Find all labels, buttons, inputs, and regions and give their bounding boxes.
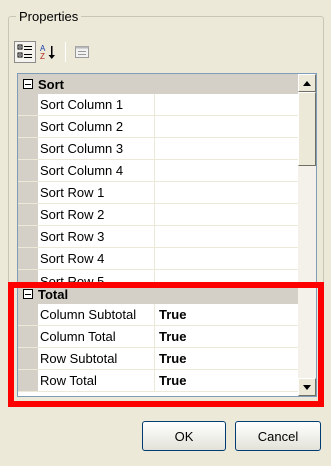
- row-gutter: [18, 370, 38, 391]
- property-row[interactable]: Sort Column 1: [18, 94, 298, 116]
- property-row[interactable]: Row Subtotal True: [18, 348, 298, 370]
- property-value[interactable]: [155, 94, 298, 115]
- property-value[interactable]: [155, 116, 298, 137]
- property-name: Column Total: [38, 326, 155, 347]
- property-value[interactable]: [155, 160, 298, 181]
- minus-box-icon: [23, 289, 33, 299]
- category-label: Sort: [38, 76, 64, 92]
- row-gutter: [18, 326, 38, 347]
- arrow-down-icon: [303, 384, 311, 390]
- minus-box-icon: [23, 79, 33, 89]
- property-value[interactable]: [155, 248, 298, 269]
- categorized-button[interactable]: [14, 41, 36, 63]
- property-row[interactable]: Sort Row 2: [18, 204, 298, 226]
- categorized-icon: [17, 44, 32, 58]
- property-toolbar: A Z: [14, 40, 314, 64]
- arrow-up-icon: [303, 80, 311, 86]
- row-gutter: [18, 226, 38, 247]
- property-pages-button[interactable]: [71, 41, 93, 63]
- scroll-thumb[interactable]: [298, 92, 316, 166]
- property-name: Column Subtotal: [38, 304, 155, 325]
- property-row[interactable]: Row Total True: [18, 370, 298, 392]
- row-gutter: [18, 160, 38, 181]
- toolbar-separator: [65, 42, 66, 62]
- property-name: Sort Column 1: [38, 94, 155, 115]
- property-row[interactable]: Sort Column 4: [18, 160, 298, 182]
- property-name: Row Subtotal: [38, 348, 155, 369]
- row-gutter: [18, 348, 38, 369]
- property-value[interactable]: True: [155, 370, 298, 391]
- property-value[interactable]: [155, 270, 298, 283]
- row-gutter: [18, 304, 38, 325]
- property-value[interactable]: True: [155, 326, 298, 347]
- property-row[interactable]: Sort Row 1: [18, 182, 298, 204]
- collapse-toggle[interactable]: [18, 79, 38, 89]
- property-value[interactable]: [155, 226, 298, 247]
- property-name: Sort Row 3: [38, 226, 155, 247]
- property-name: Sort Column 4: [38, 160, 155, 181]
- property-name: Sort Column 2: [38, 116, 155, 137]
- property-name: Sort Row 1: [38, 182, 155, 203]
- property-value[interactable]: True: [155, 348, 298, 369]
- property-row[interactable]: Column Total True: [18, 326, 298, 348]
- category-sort[interactable]: Sort: [18, 74, 298, 94]
- property-value[interactable]: [155, 204, 298, 225]
- row-gutter: [18, 248, 38, 269]
- property-pages-icon: [75, 46, 89, 58]
- scroll-down-button[interactable]: [298, 378, 316, 396]
- category-label: Total: [38, 286, 69, 302]
- properties-group-title: Properties: [16, 9, 82, 24]
- category-total[interactable]: Total: [18, 284, 298, 304]
- property-grid[interactable]: Sort Sort Column 1 Sort Column 2 Sort Co…: [17, 73, 317, 397]
- property-row[interactable]: Sort Row 3: [18, 226, 298, 248]
- property-row[interactable]: Column Subtotal True: [18, 304, 298, 326]
- row-gutter: [18, 138, 38, 159]
- property-row[interactable]: Sort Row 4: [18, 248, 298, 270]
- property-row[interactable]: Sort Row 5: [18, 270, 298, 284]
- property-name: Row Total: [38, 370, 155, 391]
- cancel-button[interactable]: Cancel: [235, 421, 321, 451]
- property-value[interactable]: True: [155, 304, 298, 325]
- vertical-scrollbar[interactable]: [298, 74, 316, 396]
- property-name: Sort Row 2: [38, 204, 155, 225]
- svg-text:Z: Z: [40, 52, 45, 60]
- property-grid-body: Sort Sort Column 1 Sort Column 2 Sort Co…: [18, 74, 298, 392]
- property-name: Sort Column 3: [38, 138, 155, 159]
- row-gutter: [18, 182, 38, 203]
- row-gutter: [18, 94, 38, 115]
- property-value[interactable]: [155, 138, 298, 159]
- alphabetical-button[interactable]: A Z: [38, 41, 60, 63]
- property-name: Sort Row 4: [38, 248, 155, 269]
- scroll-up-button[interactable]: [298, 74, 316, 92]
- property-name: Sort Row 5: [38, 270, 155, 283]
- collapse-toggle[interactable]: [18, 289, 38, 299]
- row-gutter: [18, 116, 38, 137]
- row-gutter: [18, 204, 38, 225]
- ok-button[interactable]: OK: [142, 421, 226, 451]
- property-row[interactable]: Sort Column 3: [18, 138, 298, 160]
- property-value[interactable]: [155, 182, 298, 203]
- alphabetical-icon: A Z: [40, 44, 55, 60]
- row-gutter: [18, 270, 38, 283]
- property-row[interactable]: Sort Column 2: [18, 116, 298, 138]
